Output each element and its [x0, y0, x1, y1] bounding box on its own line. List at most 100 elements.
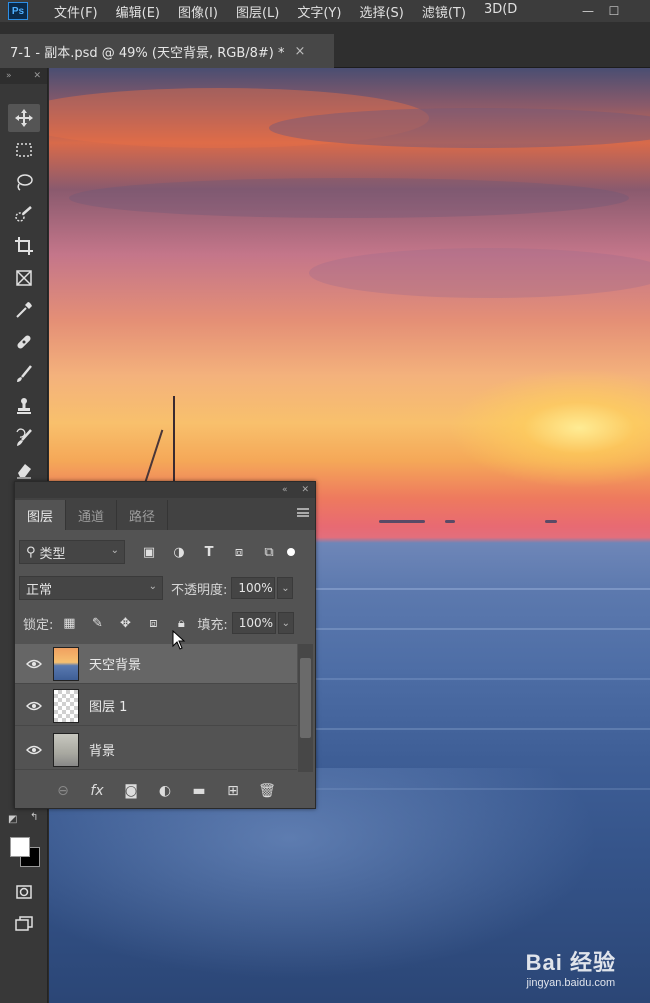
- island-silhouette: [445, 520, 455, 523]
- visibility-eye-icon[interactable]: [15, 659, 53, 669]
- default-colors-icon[interactable]: ◩: [8, 814, 17, 825]
- lock-transparent-icon[interactable]: ▦: [59, 613, 79, 633]
- frame-tool-icon[interactable]: [8, 264, 40, 292]
- visibility-eye-icon[interactable]: [15, 745, 53, 755]
- layer-list: 天空背景 图层 1 背景: [15, 644, 297, 772]
- opacity-dropdown-icon[interactable]: ⌄: [277, 577, 294, 599]
- minimize-icon[interactable]: —: [576, 0, 600, 22]
- layer-thumbnail: [53, 732, 79, 767]
- filter-adjustment-icon[interactable]: ◑: [169, 542, 189, 562]
- panel-tabs: 图层 通道 路径: [15, 498, 315, 530]
- layer-name: 背景: [89, 744, 116, 759]
- menu-bar: Ps 文件(F) 编辑(E) 图像(I) 图层(L) 文字(Y) 选择(S) 滤…: [0, 0, 650, 22]
- tab-channels[interactable]: 通道: [66, 500, 118, 530]
- watermark: Bai 经验 jingyan.baidu.com: [526, 945, 616, 989]
- trash-icon[interactable]: 🗑︎: [257, 781, 277, 801]
- eraser-tool-icon[interactable]: [8, 456, 40, 484]
- layer-row-layer1[interactable]: 图层 1: [15, 686, 297, 726]
- filter-toggle-icon[interactable]: [287, 548, 295, 556]
- filter-pixel-icon[interactable]: ▣: [139, 542, 159, 562]
- clone-stamp-tool-icon[interactable]: [8, 392, 40, 420]
- document-tab-title: 7-1 - 副本.psd @ 49% (天空背景, RGB/8#) *: [10, 45, 285, 61]
- lock-label: 锁定:: [23, 617, 54, 633]
- move-tool-icon[interactable]: [8, 104, 40, 132]
- watermark-logo: Bai 经验: [525, 950, 616, 975]
- filter-row: ⚲ 类型 ⌄ ▣ ◑ T ⧈ ⧉: [19, 540, 319, 564]
- screen-mode-icon[interactable]: [8, 910, 40, 938]
- swap-colors-icon[interactable]: ↰: [30, 812, 38, 823]
- brush-tool-icon[interactable]: [8, 360, 40, 388]
- healing-brush-tool-icon[interactable]: [8, 328, 40, 356]
- adjustment-icon[interactable]: ◐: [155, 781, 175, 801]
- lock-position-icon[interactable]: ✥: [115, 613, 135, 633]
- layers-panel: « ✕ 图层 通道 路径 ⚲ 类型 ⌄ ▣ ◑ T ⧈ ⧉ 正常 ⌄ 不透明度:…: [14, 481, 316, 809]
- foreground-color-swatch[interactable]: [10, 837, 30, 857]
- quick-mask-icon[interactable]: [8, 878, 40, 906]
- mask-icon[interactable]: ◙: [121, 781, 141, 801]
- scrollbar-thumb[interactable]: [300, 658, 311, 738]
- fx-icon[interactable]: fx: [87, 781, 107, 801]
- eyedropper-tool-icon[interactable]: [8, 296, 40, 324]
- menu-layer[interactable]: 图层(L): [236, 2, 279, 21]
- panel-header: « ✕: [15, 482, 315, 498]
- menu-filter[interactable]: 滤镜(T): [422, 2, 466, 21]
- fill-label: 填充:: [197, 617, 228, 633]
- tab-layers[interactable]: 图层: [15, 500, 67, 530]
- blend-mode-select[interactable]: 正常 ⌄: [19, 576, 163, 600]
- menu-file[interactable]: 文件(F): [54, 2, 98, 21]
- quick-selection-tool-icon[interactable]: [8, 200, 40, 228]
- filter-smart-object-icon[interactable]: ⧉: [259, 542, 279, 562]
- lock-image-icon[interactable]: ✎: [87, 613, 107, 633]
- marquee-tool-icon[interactable]: [8, 136, 40, 164]
- collapse-panel-icon[interactable]: «: [282, 485, 288, 495]
- layer-row-background[interactable]: 背景: [15, 730, 297, 770]
- fill-dropdown-icon[interactable]: ⌄: [277, 612, 294, 634]
- layer-thumbnail: [53, 688, 79, 723]
- layer-name: 图层 1: [89, 700, 128, 715]
- cloud-shape: [69, 178, 629, 218]
- close-panel-icon[interactable]: ✕: [33, 71, 41, 81]
- photoshop-logo: Ps: [8, 2, 28, 20]
- crop-tool-icon[interactable]: [8, 232, 40, 260]
- document-tab-bar: 7-1 - 副本.psd @ 49% (天空背景, RGB/8#) * ×: [0, 22, 650, 68]
- island-silhouette: [379, 520, 425, 523]
- layer-name: 天空背景: [89, 658, 142, 673]
- panel-menu-icon[interactable]: [297, 508, 309, 517]
- menu-edit[interactable]: 编辑(E): [116, 2, 160, 21]
- filter-kind-value: 类型: [39, 546, 66, 562]
- maximize-icon[interactable]: ☐: [602, 0, 626, 22]
- link-icon[interactable]: ⊖: [53, 781, 73, 801]
- tools-panel-header: » ✕: [0, 68, 47, 84]
- layers-bottom-bar: ⊖ fx ◙ ◐ ▬ ⊞ 🗑︎: [15, 776, 315, 806]
- close-panel-icon[interactable]: ✕: [301, 485, 309, 495]
- layer-row-sky[interactable]: 天空背景: [15, 644, 297, 684]
- filter-kind-select[interactable]: ⚲ 类型 ⌄: [19, 540, 125, 564]
- visibility-eye-icon[interactable]: [15, 701, 53, 711]
- menu-type[interactable]: 文字(Y): [297, 2, 341, 21]
- collapse-icon[interactable]: »: [6, 71, 12, 81]
- search-icon: ⚲: [26, 544, 36, 560]
- menu-select[interactable]: 选择(S): [359, 2, 403, 21]
- close-icon[interactable]: ×: [295, 44, 306, 59]
- lock-artboard-icon[interactable]: ⧈: [143, 613, 163, 633]
- tab-paths[interactable]: 路径: [117, 500, 169, 530]
- chevron-down-icon: ⌄: [148, 581, 157, 592]
- layer-list-scrollbar[interactable]: [298, 644, 313, 772]
- watermark-url: jingyan.baidu.com: [526, 977, 616, 989]
- sun-glow: [449, 368, 650, 488]
- layer-thumbnail: [53, 646, 79, 681]
- folder-icon[interactable]: ▬: [189, 781, 209, 801]
- menu-3d[interactable]: 3D(D: [484, 2, 517, 21]
- menu-image[interactable]: 图像(I): [178, 2, 218, 21]
- opacity-label: 不透明度:: [171, 582, 228, 598]
- opacity-input[interactable]: 100%: [231, 577, 276, 599]
- fill-input[interactable]: 100%: [231, 612, 276, 634]
- menu-list: 文件(F) 编辑(E) 图像(I) 图层(L) 文字(Y) 选择(S) 滤镜(T…: [54, 2, 535, 21]
- new-layer-icon[interactable]: ⊞: [223, 781, 243, 801]
- filter-shape-icon[interactable]: ⧈: [229, 542, 249, 562]
- history-brush-tool-icon[interactable]: [8, 424, 40, 452]
- chevron-down-icon: ⌄: [110, 545, 119, 556]
- document-tab[interactable]: 7-1 - 副本.psd @ 49% (天空背景, RGB/8#) * ×: [0, 34, 334, 68]
- lasso-tool-icon[interactable]: [8, 168, 40, 196]
- filter-type-icon[interactable]: T: [199, 542, 219, 562]
